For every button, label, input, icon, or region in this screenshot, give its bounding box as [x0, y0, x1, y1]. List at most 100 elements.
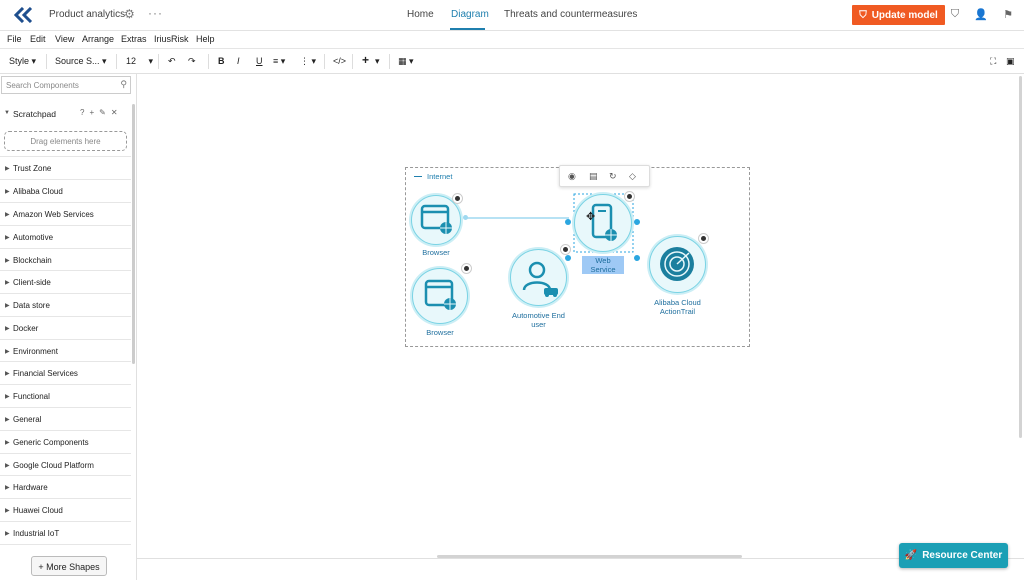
active-tab-indicator	[450, 28, 485, 30]
category-client-side[interactable]: ▶ Client-side	[0, 270, 131, 293]
redo-icon[interactable]: ↷	[188, 56, 196, 67]
divider	[352, 54, 353, 69]
divider	[158, 54, 159, 69]
style-dropdown[interactable]: Style ▾	[9, 56, 36, 67]
category-generic-components[interactable]: ▶ Generic Components	[0, 430, 131, 453]
italic-button[interactable]: I	[237, 56, 240, 66]
table-icon[interactable]: ▦ ▾	[398, 56, 414, 67]
sidebar-scrollbar[interactable]	[132, 104, 135, 364]
menu-view[interactable]: View	[55, 34, 74, 44]
category-industrial-iot[interactable]: ▶ Industrial IoT	[0, 521, 131, 544]
threat-icon[interactable]: ◉	[568, 171, 576, 182]
panel-toggle-icon[interactable]: ▣	[1006, 56, 1015, 67]
search-components-input[interactable]: Search Components ⚲	[1, 76, 131, 94]
underline-button[interactable]: U	[256, 56, 263, 66]
expand-triangle-icon: ▶	[5, 258, 10, 264]
expand-triangle-icon: ▶	[5, 212, 10, 218]
insert-plus-icon[interactable]: +	[362, 53, 369, 67]
connection-handle[interactable]	[565, 219, 571, 225]
font-dropdown[interactable]: Source S... ▾	[55, 56, 107, 67]
category-financial-services[interactable]: ▶ Financial Services	[0, 361, 131, 384]
tag-icon[interactable]: ◇	[629, 171, 636, 182]
category-blockchain[interactable]: ▶ Blockchain	[0, 248, 131, 271]
expand-triangle-icon: ▶	[5, 349, 10, 355]
category-automotive[interactable]: ▶ Automotive	[0, 225, 131, 248]
search-icon[interactable]: ⚲	[120, 79, 127, 90]
threat-badge-icon[interactable]	[698, 233, 709, 244]
font-size-dropdown[interactable]: 12 ▾	[126, 56, 153, 67]
rocket-icon: 🚀	[904, 550, 918, 561]
node-label[interactable]: Web Service	[582, 256, 624, 274]
category-environment[interactable]: ▶ Environment	[0, 339, 131, 362]
undo-icon[interactable]: ↶	[168, 56, 176, 67]
category-label: Functional	[13, 392, 50, 401]
menu-arrange[interactable]: Arrange	[82, 34, 114, 44]
insert-chevron-icon[interactable]: ▾	[375, 56, 380, 67]
category-data-store[interactable]: ▶ Data store	[0, 293, 131, 316]
category-label: Data store	[13, 301, 50, 310]
menu-help[interactable]: Help	[196, 34, 215, 44]
scratchpad-label: Scratchpad	[13, 109, 56, 119]
node-web-service[interactable]	[574, 194, 632, 252]
category-general[interactable]: ▶ General	[0, 407, 131, 430]
menu-extras[interactable]: Extras	[121, 34, 147, 44]
tab-threats[interactable]: Threats and countermeasures	[504, 9, 637, 20]
menu-iriusrisk[interactable]: IriusRisk	[154, 34, 189, 44]
font-size-label: 12	[126, 56, 137, 66]
resource-center-button[interactable]: 🚀 Resource Center	[899, 543, 1008, 568]
shield-check-icon[interactable]: ⛉	[948, 8, 962, 22]
tab-home[interactable]: Home	[407, 9, 434, 20]
replace-icon[interactable]: ↻	[609, 171, 617, 182]
more-options-icon[interactable]: ···	[148, 6, 163, 20]
menu-file[interactable]: File	[7, 34, 22, 44]
list-icon[interactable]: ⋮ ▾	[300, 56, 316, 67]
gear-icon[interactable]: ⚙	[124, 7, 138, 21]
category-docker[interactable]: ▶ Docker	[0, 316, 131, 339]
user-settings-icon[interactable]: 👤	[974, 8, 988, 22]
canvas-vertical-scrollbar[interactable]	[1019, 76, 1022, 438]
category-google-cloud[interactable]: ▶ Google Cloud Platform	[0, 453, 131, 476]
app-logo-icon[interactable]	[14, 7, 34, 23]
tab-diagram[interactable]: Diagram	[451, 9, 489, 20]
fullscreen-icon[interactable]: ⛶	[990, 56, 996, 67]
connection-handle[interactable]	[634, 219, 640, 225]
category-hardware[interactable]: ▶ Hardware	[0, 475, 131, 498]
connection-handle[interactable]	[634, 255, 640, 261]
threat-badge-icon[interactable]	[624, 191, 635, 202]
threat-badge-icon[interactable]	[452, 193, 463, 204]
category-label: Automotive	[13, 233, 54, 242]
project-name[interactable]: Product analytics	[49, 9, 125, 20]
top-bar: Product analytics ⚙ ··· Home Diagram Thr…	[0, 0, 1024, 31]
scratchpad-header[interactable]: ▼ Scratchpad ?+✎✕	[0, 107, 131, 122]
node-alibaba-actiontrail[interactable]	[649, 236, 706, 293]
expand-triangle-icon: ▶	[5, 463, 10, 469]
category-trust-zone[interactable]: ▶ Trust Zone	[0, 156, 131, 179]
menu-edit[interactable]: Edit	[30, 34, 46, 44]
category-functional[interactable]: ▶ Functional	[0, 384, 131, 407]
align-icon[interactable]: ≡ ▾	[273, 56, 285, 67]
node-automotive-end-user[interactable]	[510, 249, 567, 306]
connection-handle[interactable]	[565, 255, 571, 261]
code-button[interactable]: </>	[333, 56, 346, 66]
more-shapes-button[interactable]: + More Shapes	[31, 556, 107, 576]
canvas-horizontal-scrollbar[interactable]	[437, 555, 742, 558]
flag-icon[interactable]: ⚑	[1001, 8, 1015, 22]
divider	[324, 54, 325, 69]
category-aws[interactable]: ▶ Amazon Web Services	[0, 202, 131, 225]
category-alibaba-cloud[interactable]: ▶ Alibaba Cloud	[0, 179, 131, 202]
update-model-button[interactable]: ⛉ Update model	[852, 5, 945, 25]
bold-button[interactable]: B	[218, 56, 225, 66]
category-label: Huawei Cloud	[13, 506, 63, 515]
divider	[116, 54, 117, 69]
scratchpad-tools[interactable]: ?+✎✕	[80, 108, 123, 117]
connector-endpoint[interactable]	[463, 215, 468, 220]
category-huawei-cloud[interactable]: ▶ Huawei Cloud	[0, 498, 131, 521]
divider	[137, 558, 1024, 559]
scratchpad-drop-area[interactable]: Drag elements here	[4, 131, 127, 151]
collapse-triangle-icon[interactable]: ▼	[4, 110, 10, 116]
threat-badge-icon[interactable]	[461, 263, 472, 274]
node-browser-2[interactable]	[412, 268, 468, 324]
threat-badge-icon[interactable]	[560, 244, 571, 255]
notes-icon[interactable]: ▤	[589, 171, 598, 182]
expand-triangle-icon: ▶	[5, 485, 10, 491]
